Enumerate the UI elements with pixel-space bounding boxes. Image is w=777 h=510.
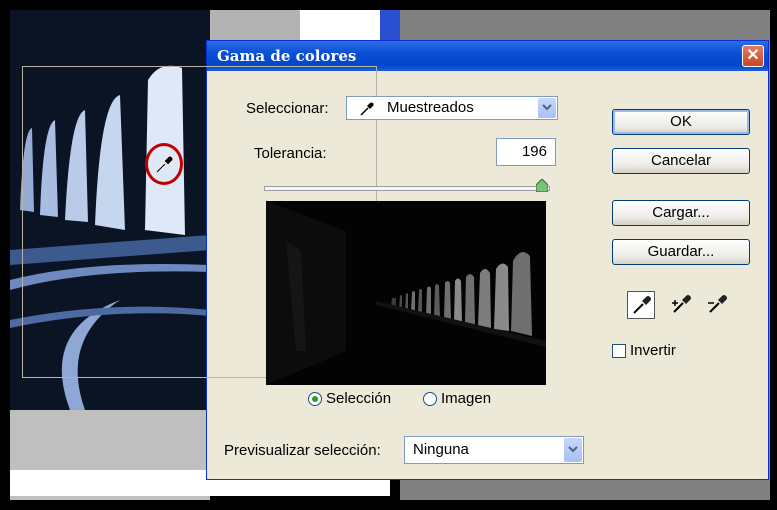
cancel-button[interactable]: Cancelar — [612, 148, 750, 174]
selection-preview — [266, 201, 546, 385]
canvas-frame-top-white — [300, 10, 380, 40]
select-value: Muestreados — [387, 99, 474, 116]
save-button[interactable]: Guardar... — [612, 239, 750, 265]
preview-label: Previsualizar selección: — [224, 442, 381, 459]
tolerance-label: Tolerancia: — [254, 145, 327, 162]
invert-checkbox[interactable] — [612, 344, 626, 358]
canvas-frame-top-blue — [380, 10, 400, 40]
dialog-title: Gama de colores — [217, 47, 357, 65]
eyedropper-tool[interactable] — [627, 291, 655, 319]
tolerance-slider-thumb[interactable] — [536, 179, 549, 192]
selection-radio-label: Selección — [326, 390, 392, 407]
eyedropper-plus-tool[interactable] — [668, 291, 696, 319]
preview-image — [266, 201, 546, 385]
load-button[interactable]: Cargar... — [612, 200, 750, 226]
ok-button[interactable]: OK — [612, 109, 750, 135]
chevron-down-icon[interactable] — [564, 438, 582, 462]
eyedropper-icon — [360, 102, 374, 116]
chevron-down-icon[interactable] — [538, 98, 556, 118]
eyedropper-minus-tool[interactable] — [704, 291, 732, 319]
eyedropper-minus-icon — [708, 295, 727, 313]
select-dropdown[interactable]: Muestreados — [346, 96, 558, 120]
preview-value: Ninguna — [413, 441, 469, 458]
canvas-frame-top — [210, 10, 300, 40]
selection-radio[interactable] — [308, 392, 322, 406]
invert-label: Invertir — [630, 342, 676, 359]
select-label: Seleccionar: — [246, 100, 329, 117]
preview-dropdown[interactable]: Ninguna — [404, 436, 584, 464]
eyedropper-plus-icon — [672, 295, 691, 313]
tolerance-slider-track[interactable] — [264, 186, 550, 191]
close-button[interactable]: ✕ — [742, 45, 764, 67]
image-radio[interactable] — [423, 392, 437, 406]
image-radio-label: Imagen — [441, 390, 492, 407]
tolerance-input[interactable]: 196 — [496, 138, 556, 166]
eyedropper-icon — [633, 296, 651, 314]
